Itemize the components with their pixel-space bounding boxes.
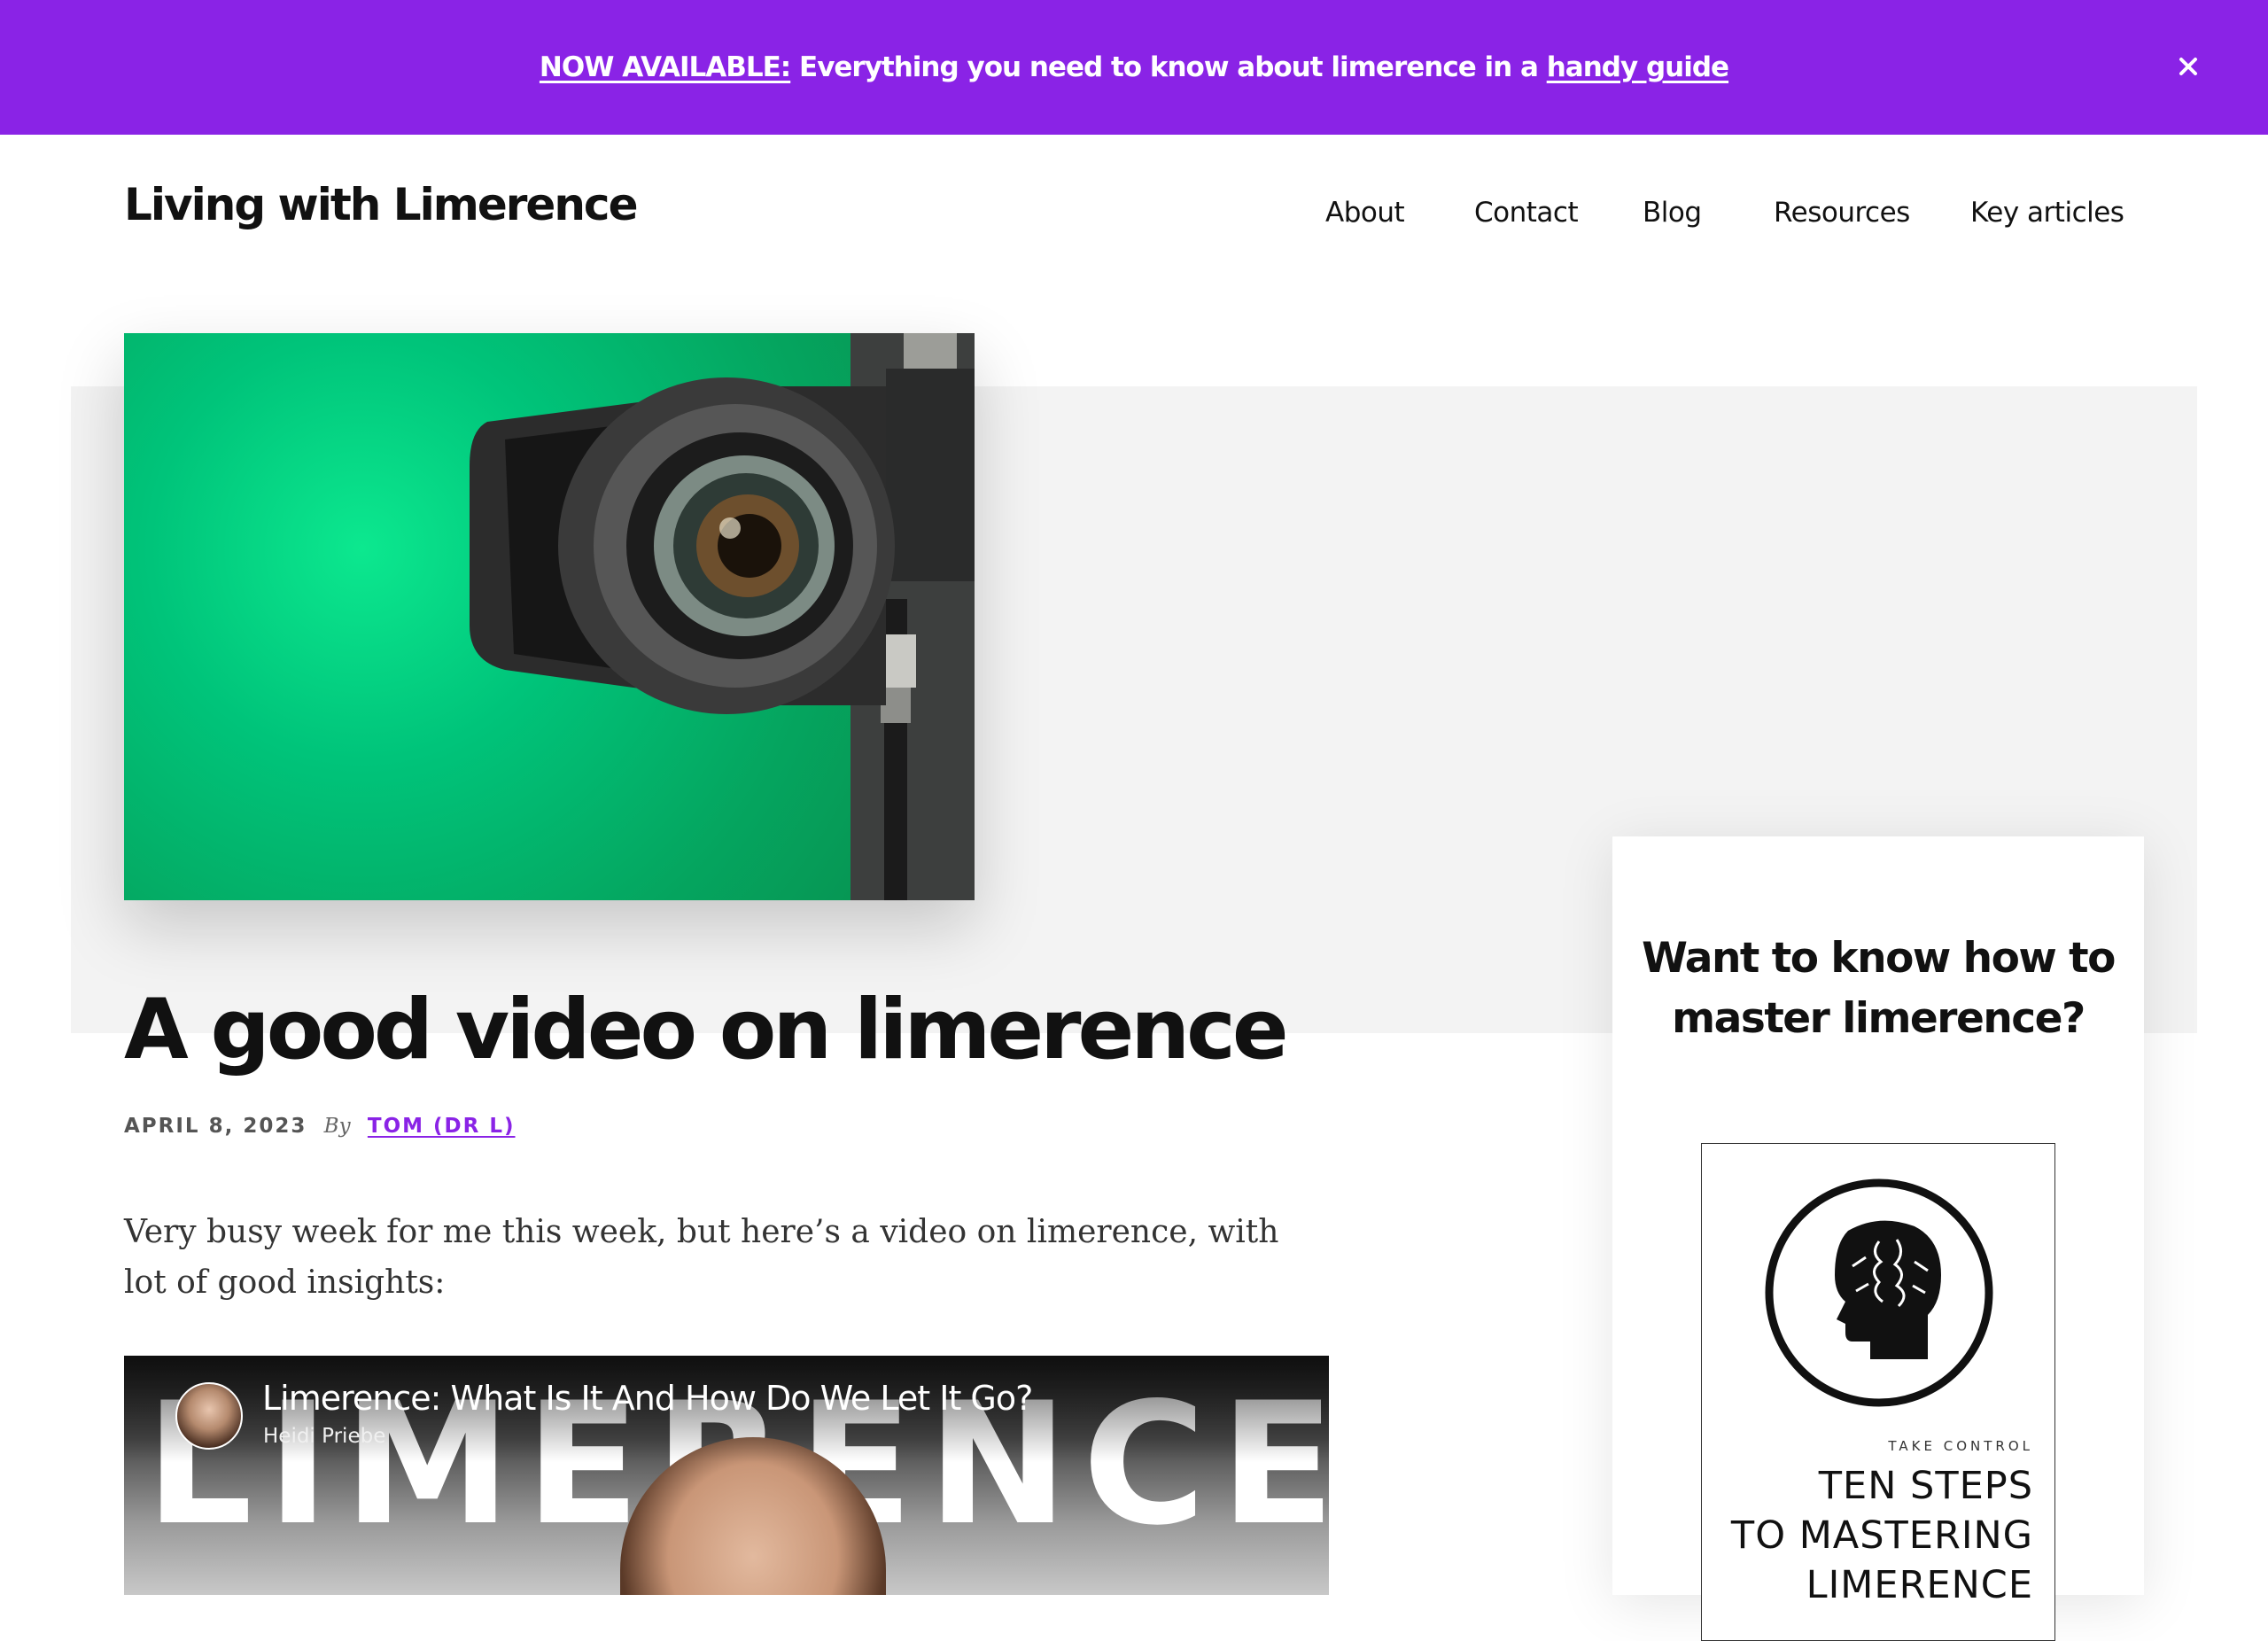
close-icon — [2179, 58, 2197, 75]
book-kicker: TAKE CONTROL — [1888, 1438, 2033, 1454]
post-title: A good video on limerence — [124, 982, 1289, 1078]
announcement-text: Everything you need to know about limere… — [790, 51, 1547, 83]
nav-resources[interactable]: Resources — [1774, 197, 1910, 229]
channel-avatar[interactable] — [175, 1382, 243, 1450]
nav-key-articles[interactable]: Key articles — [1970, 197, 2124, 229]
main-nav: About Contact Blog Resources Key article… — [0, 197, 2268, 239]
sidebar-widget: Want to know how to master limerence? TA… — [1612, 836, 2144, 1641]
book-title-line: TEN STEPS — [1818, 1464, 2033, 1508]
post-intro: Very busy week for me this week, but her… — [124, 1214, 1279, 1301]
nav-contact[interactable]: Contact — [1474, 197, 1579, 229]
book-title-line: LIMERENCE — [1806, 1563, 2033, 1607]
book-title: TEN STEPS TO MASTERING LIMERENCE — [1731, 1461, 2033, 1610]
featured-image — [124, 333, 975, 900]
announcement-message: NOW AVAILABLE: Everything you need to kn… — [540, 51, 1729, 83]
post-by-label: By — [323, 1115, 351, 1138]
post-date: APRIL 8, 2023 — [124, 1115, 307, 1138]
video-embed[interactable]: LIMERENCE Limerence: What Is It And How … — [124, 1356, 1329, 1595]
author-link[interactable]: TOM (DR L) — [368, 1115, 516, 1138]
now-available-link[interactable]: NOW AVAILABLE: — [540, 51, 791, 83]
video-camera-icon — [470, 333, 975, 900]
nav-about[interactable]: About — [1325, 197, 1405, 229]
video-title[interactable]: Limerence: What Is It And How Do We Let … — [262, 1379, 1033, 1418]
close-announcement-button[interactable] — [2169, 47, 2208, 86]
brain-head-icon — [1765, 1178, 1993, 1407]
book-cover[interactable]: TAKE CONTROL TEN STEPS TO MASTERING LIME… — [1701, 1143, 2055, 1641]
announcement-bar: NOW AVAILABLE: Everything you need to kn… — [0, 0, 2268, 135]
book-title-line: TO MASTERING — [1730, 1513, 2033, 1558]
nav-blog[interactable]: Blog — [1643, 197, 1702, 229]
handy-guide-link[interactable]: handy guide — [1547, 51, 1729, 83]
sidebar-heading: Want to know how to master limerence? — [1642, 934, 2116, 1043]
post-meta: APRIL 8, 2023 By TOM (DR L) — [124, 1115, 516, 1138]
video-channel-name[interactable]: Heidi Priebe — [263, 1425, 385, 1448]
